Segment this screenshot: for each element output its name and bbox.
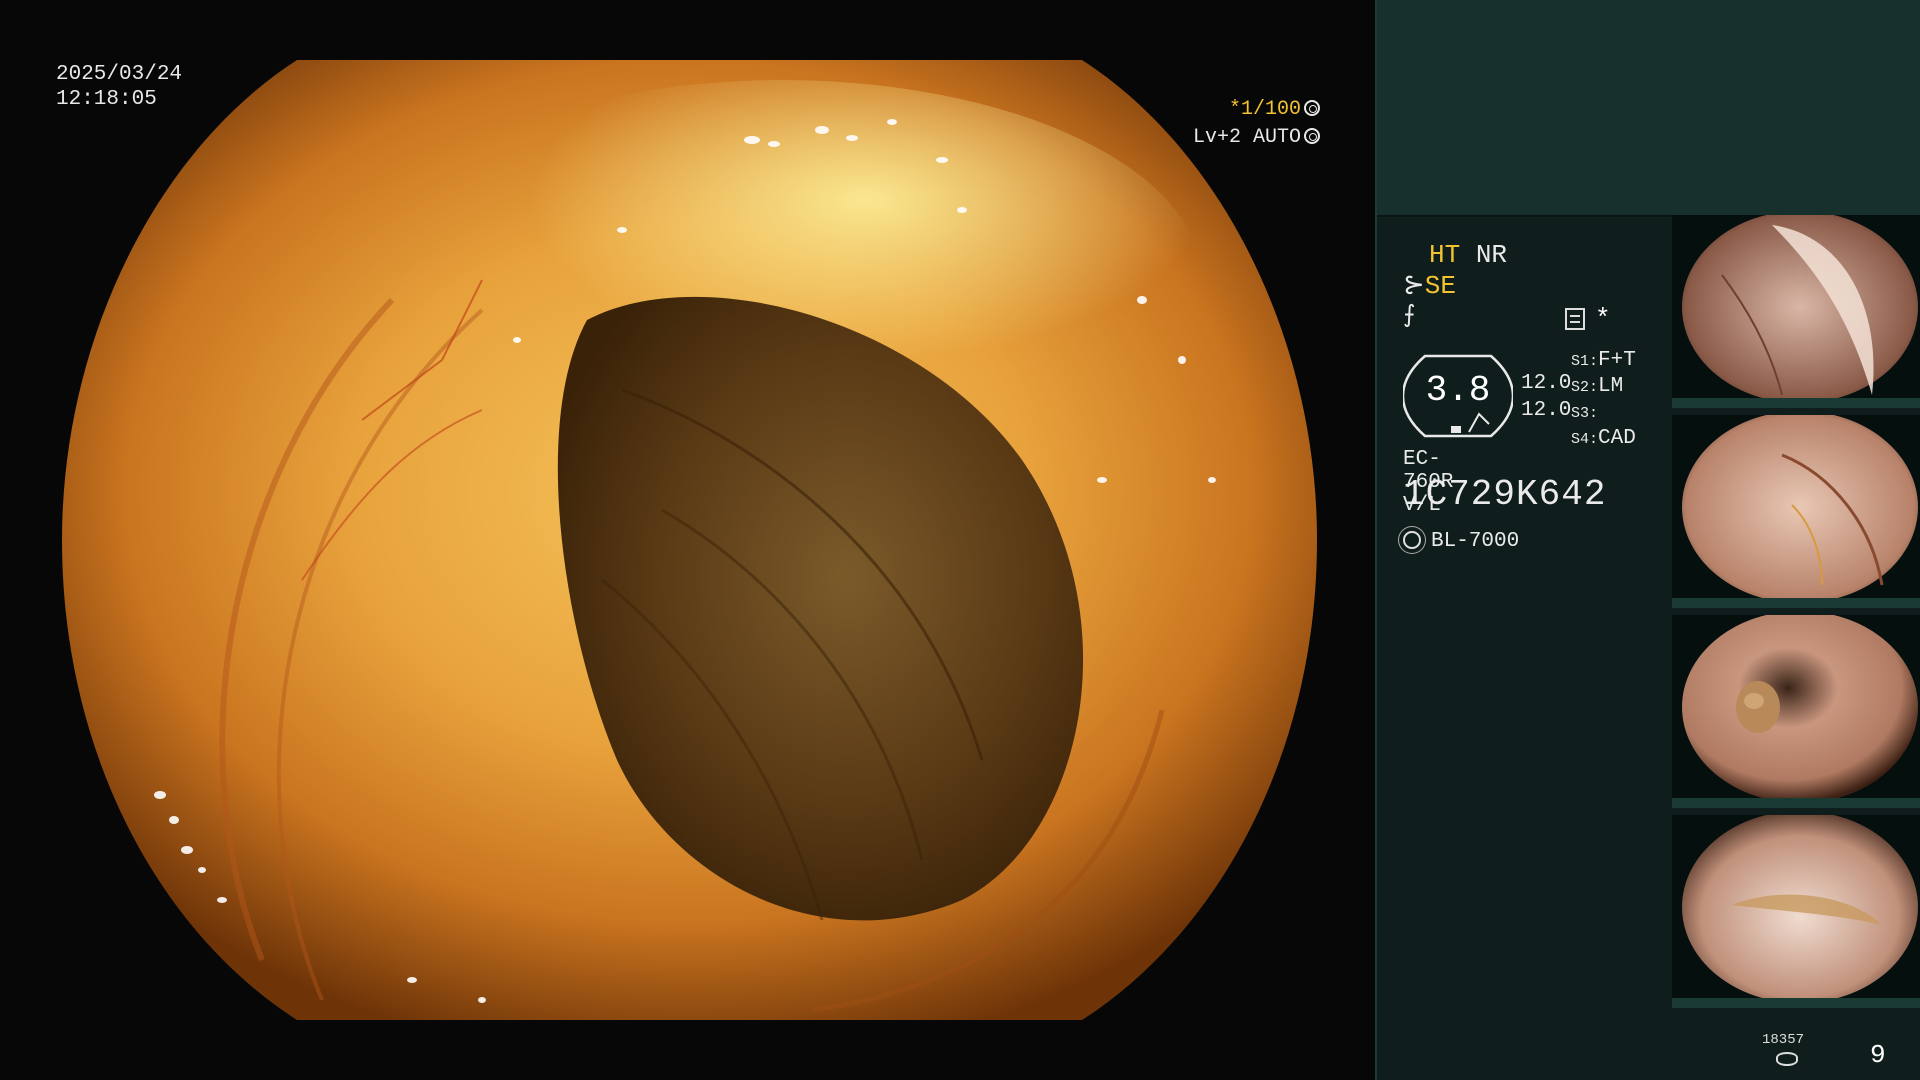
slot-row: S1:F+T [1571,348,1636,374]
date-text: 2025/03/24 [56,63,183,86]
se-label: SE [1424,271,1457,301]
slot-label: S1: [1571,353,1599,370]
switch-assignments: S1:F+T S2:LM S3: S4:CAD [1571,348,1636,452]
endoscope-display: 2025/03/24 12:18:05 *1/100 Lv+2 AUTO HT … [0,0,1920,1080]
level-row: Lv+2 AUTO [1190,124,1320,152]
captured-thumbnails [1672,215,1920,1015]
thumbnail-1[interactable] [1672,215,1920,408]
thumbnail-3[interactable] [1672,615,1920,808]
slot-value: LM [1598,375,1624,398]
nr-label: NR [1475,240,1508,270]
slot-label: S2: [1571,379,1599,396]
se-arrow-icon: ⊱ [1403,271,1425,301]
se-row: ⊱SE [1403,270,1456,301]
thumbnail-image [1682,815,1918,1003]
light-source-icon [1403,531,1421,549]
page-number: 9 [1870,1040,1886,1070]
level-text: Lv+2 AUTO [1192,126,1301,149]
thumbnail-image [1682,615,1918,803]
value-1: 12.0 [1521,372,1572,395]
numeric-values: 12.0 12.0 [1521,370,1571,424]
slot-row: S3: [1571,400,1636,426]
exposure-overlay: *1/100 Lv+2 AUTO [1190,96,1320,152]
slot-value: F+T [1598,349,1636,372]
shutter-row: *1/100 [1190,96,1320,124]
f-symbol: ⨍ [1403,303,1416,330]
slot-row: S2:LM [1571,374,1636,400]
side-panel: HT NR ⊱SE ⨍ * 3.8 12.0 12.0 S1:F+T S2:LM [1375,0,1920,1080]
main-endoscope-view: 2025/03/24 12:18:05 *1/100 Lv+2 AUTO [0,0,1375,1080]
date-time-overlay: 2025/03/24 12:18:05 [56,62,182,112]
mode-list-icon [1565,308,1585,330]
ht-nr-row: HT NR [1429,240,1507,270]
ht-label: HT [1429,240,1461,270]
thumbnail-2[interactable] [1672,415,1920,608]
auto-level-icon [1304,128,1320,144]
thumbnail-4[interactable] [1672,815,1920,1008]
time-text: 12:18:05 [56,88,157,111]
thumbnail-image [1682,215,1918,403]
shutter-mode-icon [1304,100,1320,116]
star-mark: * [1595,304,1611,334]
thumbnail-bar [1672,398,1920,408]
record-count: 18357 [1762,1032,1805,1048]
slot-label: S3: [1571,405,1599,422]
slot-value: CAD [1598,427,1636,450]
slot-label: S4: [1571,431,1599,448]
endoscopic-image [62,60,1317,1020]
light-source-text: BL-7000 [1431,530,1520,553]
storage-disk-icon [1776,1052,1798,1066]
thumbnail-bar [1672,798,1920,808]
value-2: 12.0 [1521,399,1572,422]
light-source-row: BL-7000 [1403,530,1519,553]
thumbnail-bar [1672,998,1920,1008]
thumbnail-bar [1672,598,1920,608]
shutter-text: *1/100 [1228,98,1301,121]
gauge-value: 3.8 [1425,370,1491,411]
thumbnail-image [1682,415,1918,603]
slot-row: S4:CAD [1571,426,1636,452]
side-top-band [1377,0,1920,217]
scope-serial: 1C729K642 [1403,474,1607,515]
